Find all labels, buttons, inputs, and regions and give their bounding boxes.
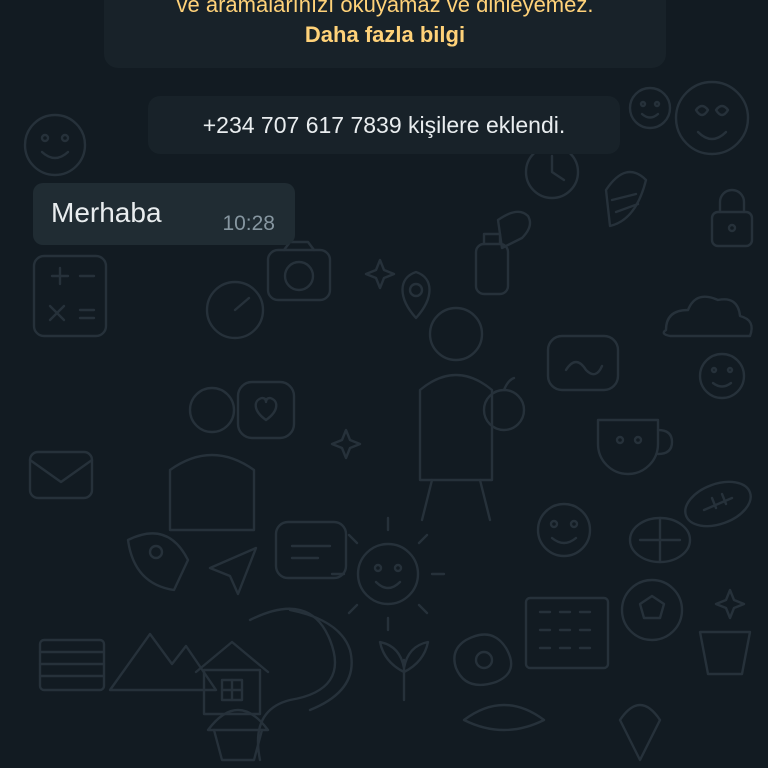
mountain-icon <box>108 632 218 692</box>
message-icon <box>274 520 348 580</box>
rocket-icon <box>126 532 190 592</box>
baby-bottle-icon <box>474 232 510 296</box>
smiley-icon <box>698 352 746 400</box>
apple-icon <box>482 376 526 432</box>
plant-icon <box>378 640 430 702</box>
gauge-icon <box>205 280 265 340</box>
sparkle-icon <box>330 258 746 620</box>
person-icon <box>168 386 256 532</box>
lock-icon <box>710 188 754 248</box>
turtle-icon <box>628 516 692 564</box>
incoming-message-bubble[interactable]: Merhaba 10:28 <box>33 183 295 245</box>
road-icon <box>248 607 353 762</box>
calculator-icon <box>32 254 108 338</box>
smiley-icon <box>628 86 672 130</box>
corn-icon <box>604 170 648 228</box>
learn-more-link[interactable]: Daha fazla bilgi <box>104 20 666 50</box>
person-icon <box>418 306 494 522</box>
chat-bubble-icon <box>546 334 620 392</box>
hand-icon <box>496 210 532 250</box>
log-cabin-icon <box>38 638 106 692</box>
encryption-notice: ve aramalarınızı okuyamaz ve dinleyemez.… <box>104 0 666 68</box>
message-timestamp: 10:28 <box>222 212 275 235</box>
croissant-icon <box>462 703 546 732</box>
sun-icon <box>330 516 446 632</box>
contact-added-system-message: +234 707 617 7839 kişilere eklendi. <box>148 96 620 154</box>
flower-pot-icon <box>698 630 752 676</box>
smiley-icon <box>536 502 592 558</box>
coffee-cup-icon <box>596 418 674 476</box>
cloud-icon <box>662 295 753 338</box>
heart-frame-icon <box>236 380 296 440</box>
camera-icon <box>266 240 332 302</box>
smiley-icon <box>23 113 87 177</box>
paper-plane-icon <box>208 546 258 596</box>
message-text: Merhaba <box>51 197 162 228</box>
soccer-ball-icon <box>620 578 684 642</box>
football-icon <box>684 480 752 528</box>
chat-background: ve aramalarınızı okuyamaz ve dinleyemez.… <box>0 0 768 768</box>
map-pin-icon <box>401 270 431 320</box>
fried-egg-icon <box>453 633 513 687</box>
envelope-icon <box>28 450 94 500</box>
heart-eyes-icon <box>674 80 750 156</box>
building-icon <box>524 596 610 670</box>
ice-cream-icon <box>618 703 662 762</box>
encryption-notice-text: ve aramalarınızı okuyamaz ve dinleyemez. <box>176 0 594 17</box>
